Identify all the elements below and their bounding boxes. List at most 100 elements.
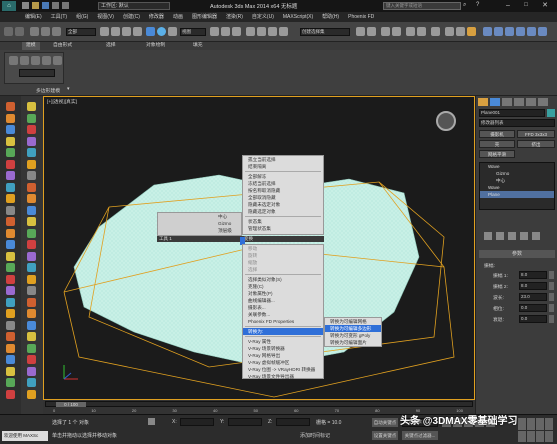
zoom-all-icon[interactable]	[527, 418, 535, 430]
quad-menu-item[interactable]: 缩放	[243, 259, 323, 266]
object-color-swatch[interactable]	[547, 109, 555, 117]
menu-item[interactable]: 创建(C)	[123, 13, 140, 21]
left-tool-icon-secondary[interactable]	[27, 343, 36, 353]
search-input[interactable]: 键入关键字或短语	[383, 2, 461, 10]
left-tool-icon-secondary[interactable]	[27, 113, 36, 123]
stack-item-plane[interactable]: Plane	[480, 191, 554, 198]
quad-menu-item[interactable]: 移动	[243, 245, 323, 252]
unlink-icon[interactable]	[41, 27, 50, 36]
menu-item[interactable]: 工具(T)	[51, 13, 67, 21]
left-tool-icon[interactable]	[6, 378, 15, 387]
left-tool-icon-secondary[interactable]	[27, 263, 36, 272]
remove-modifier-icon[interactable]	[520, 232, 528, 240]
left-tool-icon[interactable]	[6, 217, 15, 226]
quad-menu-item[interactable]: 全部解冻	[243, 173, 323, 180]
left-tool-icon[interactable]	[6, 286, 15, 295]
select-and-rotate-icon[interactable]	[157, 27, 166, 36]
left-tool-icon-secondary[interactable]	[27, 389, 36, 399]
add-time-tag-button[interactable]: 添加时间标记	[300, 432, 330, 439]
menu-item[interactable]: 视图(V)	[97, 13, 114, 21]
app-logo-icon[interactable]: ⌂	[2, 1, 16, 11]
pivot-center-icon[interactable]	[210, 27, 219, 36]
pan-icon[interactable]	[527, 430, 535, 442]
left-tool-icon-secondary[interactable]	[27, 355, 36, 364]
left-tool-icon[interactable]	[6, 332, 15, 341]
vray-icon-1[interactable]	[483, 27, 492, 36]
key-filters-button[interactable]: 关键点过滤器...	[402, 431, 438, 440]
selection-filter-dropdown[interactable]: 全部	[66, 28, 96, 36]
lock-selection-icon[interactable]	[148, 418, 155, 425]
left-tool-icon-secondary[interactable]	[27, 205, 36, 215]
zoom-icon[interactable]	[518, 418, 526, 430]
menu-item[interactable]: 自定义(U)	[252, 13, 274, 21]
quick-access-new-icon[interactable]	[22, 2, 29, 9]
maximize-viewport-icon[interactable]	[545, 430, 553, 442]
minimize-button[interactable]: –	[500, 1, 516, 11]
quad-menu-item[interactable]: V-Ray 属性	[243, 338, 323, 345]
field-of-view-icon[interactable]	[518, 430, 526, 442]
modify-tab-icon[interactable]	[490, 98, 500, 106]
stack-item-center[interactable]: 中心	[480, 177, 554, 184]
left-tool-icon-secondary[interactable]	[27, 274, 36, 284]
set-key-button[interactable]: 设置关键点	[372, 431, 398, 440]
left-tool-icon[interactable]	[6, 171, 15, 180]
quad-menu-item[interactable]: 选择	[243, 266, 323, 273]
left-tool-icon-secondary[interactable]	[27, 159, 36, 169]
redo-icon[interactable]	[15, 27, 24, 36]
convert-submenu-item[interactable]: 转换为可编辑面片	[325, 339, 381, 346]
left-tool-icon-secondary[interactable]	[27, 194, 36, 203]
left-tool-icon-secondary[interactable]	[27, 136, 36, 146]
param-value-field[interactable]: 0.0	[519, 304, 547, 312]
convert-submenu-item[interactable]: 转换为可变形 gPoly	[325, 332, 381, 339]
left-tool-icon-secondary[interactable]	[27, 286, 36, 295]
search-icon[interactable]: ⌕	[463, 2, 471, 10]
quad-menu-item[interactable]: 状态集	[243, 218, 323, 225]
left-tool-icon-secondary[interactable]	[27, 366, 36, 376]
help-icon[interactable]: ?	[476, 2, 484, 10]
quad-menu-item[interactable]: 关联参数...	[243, 311, 323, 318]
left-tool-icon-secondary[interactable]	[27, 217, 36, 226]
modifier-button-shell[interactable]: 壳	[479, 140, 515, 148]
bind-space-warp-icon[interactable]	[52, 27, 61, 36]
layer-manager-icon[interactable]	[381, 27, 390, 36]
left-tool-icon[interactable]	[6, 297, 15, 307]
left-tool-icon[interactable]	[6, 136, 15, 146]
menu-item[interactable]: 动画	[173, 13, 183, 21]
left-tool-icon-secondary[interactable]	[27, 378, 36, 387]
quad-menu-item-phoenix[interactable]: Phoenix FD Properties	[243, 318, 323, 325]
window-crossing-icon[interactable]	[133, 27, 142, 36]
menu-item[interactable]: 渲染(R)	[226, 13, 243, 21]
stack-item-gizmo[interactable]: Gizmo	[480, 170, 554, 177]
left-tool-icon[interactable]	[6, 389, 15, 399]
menu-item[interactable]: 组(G)	[76, 13, 88, 21]
z-coordinate-field[interactable]	[276, 418, 310, 426]
motion-tab-icon[interactable]	[514, 98, 524, 106]
param-spinner-icon[interactable]	[549, 304, 554, 312]
menu-item[interactable]: 编辑(E)	[25, 13, 42, 21]
select-and-move-icon[interactable]	[146, 27, 155, 36]
select-and-scale-icon[interactable]	[168, 27, 177, 36]
left-tool-icon[interactable]	[6, 228, 15, 238]
quad-menu-item[interactable]: 按名称取消隐藏	[243, 187, 323, 194]
left-tool-icon[interactable]	[6, 309, 15, 318]
modifier-button-camera[interactable]: 摄影机	[479, 130, 515, 138]
left-tool-icon-secondary[interactable]	[27, 297, 36, 307]
left-tool-icon[interactable]	[6, 205, 15, 215]
left-tool-icon-secondary[interactable]	[27, 182, 36, 192]
make-unique-icon[interactable]	[508, 232, 516, 240]
left-tool-icon[interactable]	[6, 355, 15, 364]
left-tool-icon[interactable]	[6, 113, 15, 123]
left-tool-icon[interactable]	[6, 274, 15, 284]
y-coordinate-field[interactable]	[228, 418, 262, 426]
quad-item-center[interactable]: 中心	[158, 213, 241, 220]
left-tool-icon[interactable]	[6, 320, 15, 330]
create-tab-icon[interactable]	[478, 98, 488, 106]
quad-menu-item[interactable]: 对象属性(P)	[243, 290, 323, 297]
quick-access-undo-icon[interactable]	[52, 2, 59, 9]
orbit-icon[interactable]	[536, 430, 544, 442]
left-tool-icon-secondary[interactable]	[27, 125, 36, 134]
configure-modifier-sets-icon[interactable]	[532, 232, 540, 240]
stack-item-wave-2[interactable]: Wave	[480, 184, 554, 191]
quick-access-save-icon[interactable]	[42, 2, 49, 9]
element-icon[interactable]	[53, 56, 62, 65]
